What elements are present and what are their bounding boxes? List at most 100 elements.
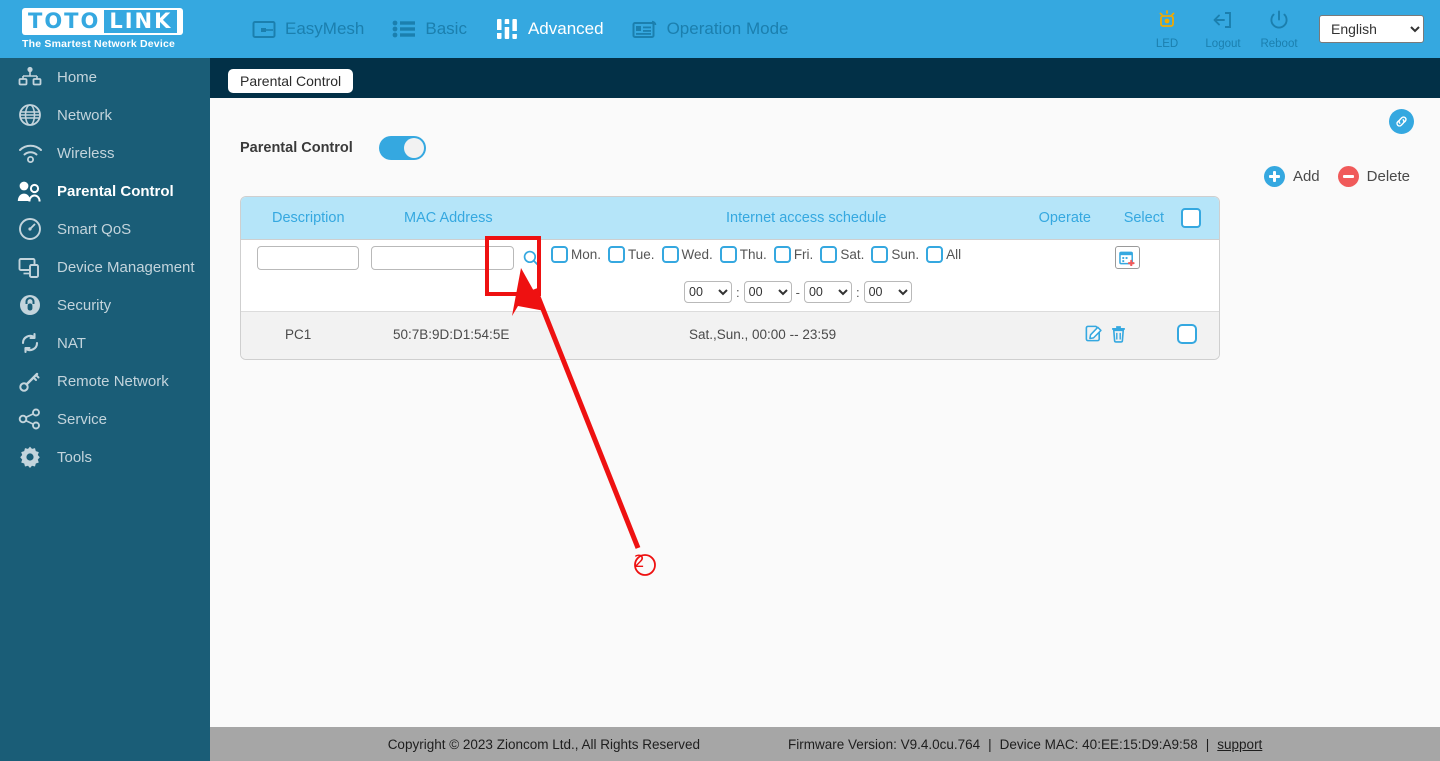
page-footer: Copyright © 2023 Zioncom Ltd., All Right… <box>210 727 1440 761</box>
row-select-checkbox[interactable] <box>1177 324 1197 344</box>
link-chain-icon[interactable] <box>1389 109 1414 134</box>
reboot-button[interactable]: Reboot <box>1251 9 1307 50</box>
sidebar-item-device-management[interactable]: Device Management <box>0 248 210 286</box>
mac-address-input[interactable] <box>371 246 514 270</box>
sidebar-item-home[interactable]: Home <box>0 58 210 96</box>
day-checkbox-thu[interactable]: Thu. <box>719 246 767 263</box>
delete-button[interactable]: Delete <box>1337 166 1410 187</box>
brand-logo[interactable]: TOTO LINK The Smartest Network Device <box>0 8 210 50</box>
time-colon-2: : <box>855 284 860 300</box>
footer-device-mac: Device MAC: 40:EE:15:D9:A9:58 <box>999 736 1198 752</box>
description-input[interactable] <box>257 246 359 270</box>
sidebar-item-service[interactable]: Service <box>0 400 210 438</box>
checkbox-box <box>551 246 568 263</box>
day-label: Fri. <box>793 247 814 262</box>
day-label: Sat. <box>840 247 865 262</box>
basic-list-icon <box>392 19 416 39</box>
day-checkbox-mon[interactable]: Mon. <box>551 246 601 263</box>
sidebar-item-tools[interactable]: Tools <box>0 438 210 476</box>
day-checkbox-wed[interactable]: Wed. <box>661 246 713 263</box>
day-label: All <box>946 247 962 262</box>
breadcrumb[interactable]: Parental Control <box>228 69 354 93</box>
day-checkbox-sat[interactable]: Sat. <box>820 246 864 263</box>
add-button[interactable]: Add <box>1263 166 1320 187</box>
globe-icon <box>17 103 43 127</box>
topnav-item-advanced[interactable]: Advanced <box>481 0 618 58</box>
checkbox-box <box>661 246 679 263</box>
topnav-item-basic[interactable]: Basic <box>378 0 481 58</box>
lock-icon <box>17 293 43 317</box>
trash-icon[interactable] <box>1110 324 1127 348</box>
topnav-label-advanced: Advanced <box>527 19 604 38</box>
day-label: Wed. <box>681 247 713 262</box>
footer-support-link[interactable]: support <box>1217 737 1262 752</box>
sidebar-item-remote-network[interactable]: Remote Network <box>0 362 210 400</box>
wifi-icon <box>17 143 43 164</box>
topnav-item-operation-mode[interactable]: Operation Mode <box>618 0 803 58</box>
sidebar-label-remote-network: Remote Network <box>57 372 169 390</box>
advanced-sliders-icon <box>495 18 519 40</box>
end-hour-select[interactable]: 00 <box>803 281 852 303</box>
column-header-description: Description <box>272 210 345 226</box>
sidebar-label-security: Security <box>57 296 112 314</box>
home-network-icon <box>17 66 43 88</box>
sidebar-item-network[interactable]: Network <box>0 96 210 134</box>
checkbox-box <box>820 246 838 263</box>
checkbox-box <box>719 246 737 263</box>
parental-control-label: Parental Control <box>240 140 353 156</box>
sidebar-label-nat: NAT <box>57 334 86 352</box>
brand-tagline: The Smartest Network Device <box>22 38 176 50</box>
sidebar-item-parental-control[interactable]: Parental Control <box>0 172 210 210</box>
calendar-add-icon[interactable] <box>1115 246 1140 269</box>
sidebar-item-wireless[interactable]: Wireless <box>0 134 210 172</box>
day-label: Thu. <box>739 247 767 262</box>
day-checkbox-tue[interactable]: Tue. <box>608 246 655 263</box>
sidebar-navigation: Home Network Wireless Parental Control S <box>0 58 210 761</box>
sidebar-label-device-management: Device Management <box>57 258 195 276</box>
day-checkbox-sun[interactable]: Sun. <box>871 246 919 263</box>
topnav-label-basic: Basic <box>425 19 467 38</box>
sidebar-item-smart-qos[interactable]: Smart QoS <box>0 210 210 248</box>
logo-secondary-text: LINK <box>104 10 178 33</box>
day-checkbox-fri[interactable]: Fri. <box>773 246 814 263</box>
sidebar-label-network: Network <box>57 106 113 124</box>
column-header-schedule: Internet access schedule <box>726 210 887 226</box>
mac-search-button[interactable] <box>518 245 544 271</box>
time-colon-1: : <box>736 284 740 300</box>
sidebar-item-security[interactable]: Security <box>0 286 210 324</box>
parental-control-table: Description MAC Address Internet access … <box>240 196 1220 360</box>
sidebar-item-nat[interactable]: NAT <box>0 324 210 362</box>
gauge-icon <box>17 217 43 241</box>
edit-icon[interactable] <box>1084 324 1103 348</box>
time-range-group: 00 : 00 - 00 : 00 <box>684 281 912 303</box>
sidebar-label-home: Home <box>57 68 98 86</box>
start-hour-select[interactable]: 00 <box>684 281 732 303</box>
logout-icon <box>1212 9 1234 36</box>
start-minute-select[interactable]: 00 <box>743 281 792 303</box>
column-header-mac-address: MAC Address <box>404 210 493 226</box>
day-label: Sun. <box>891 247 920 262</box>
footer-copyright: Copyright © 2023 Zioncom Ltd., All Right… <box>387 736 701 752</box>
row-operate-group <box>1084 324 1127 348</box>
language-select[interactable]: English <box>1319 15 1424 43</box>
topnav-item-easymesh[interactable]: EasyMesh <box>238 0 378 58</box>
day-checkbox-all[interactable]: All <box>926 246 961 263</box>
parental-control-toggle[interactable] <box>378 136 426 160</box>
led-button[interactable]: LED <box>1139 9 1195 50</box>
parental-control-toggle-row: Parental Control <box>240 136 426 160</box>
operation-mode-icon <box>632 19 658 40</box>
table-action-bar: Add Delete <box>1263 166 1410 187</box>
top-navigation: EasyMesh Basic Advanced Operation Mode <box>238 0 802 58</box>
logout-button[interactable]: Logout <box>1195 9 1251 50</box>
logout-label: Logout <box>1205 37 1241 50</box>
checkbox-box <box>926 246 944 263</box>
select-all-checkbox[interactable] <box>1181 208 1201 228</box>
time-dash: - <box>795 284 800 300</box>
main-content: Parental Control Add Delete Description … <box>210 98 1440 727</box>
footer-firmware-version: Firmware Version: V9.4.0cu.764 <box>788 736 981 752</box>
footer-info: Firmware Version: V9.4.0cu.764 | Device … <box>788 737 1262 752</box>
end-minute-select[interactable]: 00 <box>863 281 912 303</box>
led-label: LED <box>1155 37 1179 50</box>
sidebar-label-wireless: Wireless <box>57 144 115 162</box>
checkbox-box <box>608 246 626 263</box>
